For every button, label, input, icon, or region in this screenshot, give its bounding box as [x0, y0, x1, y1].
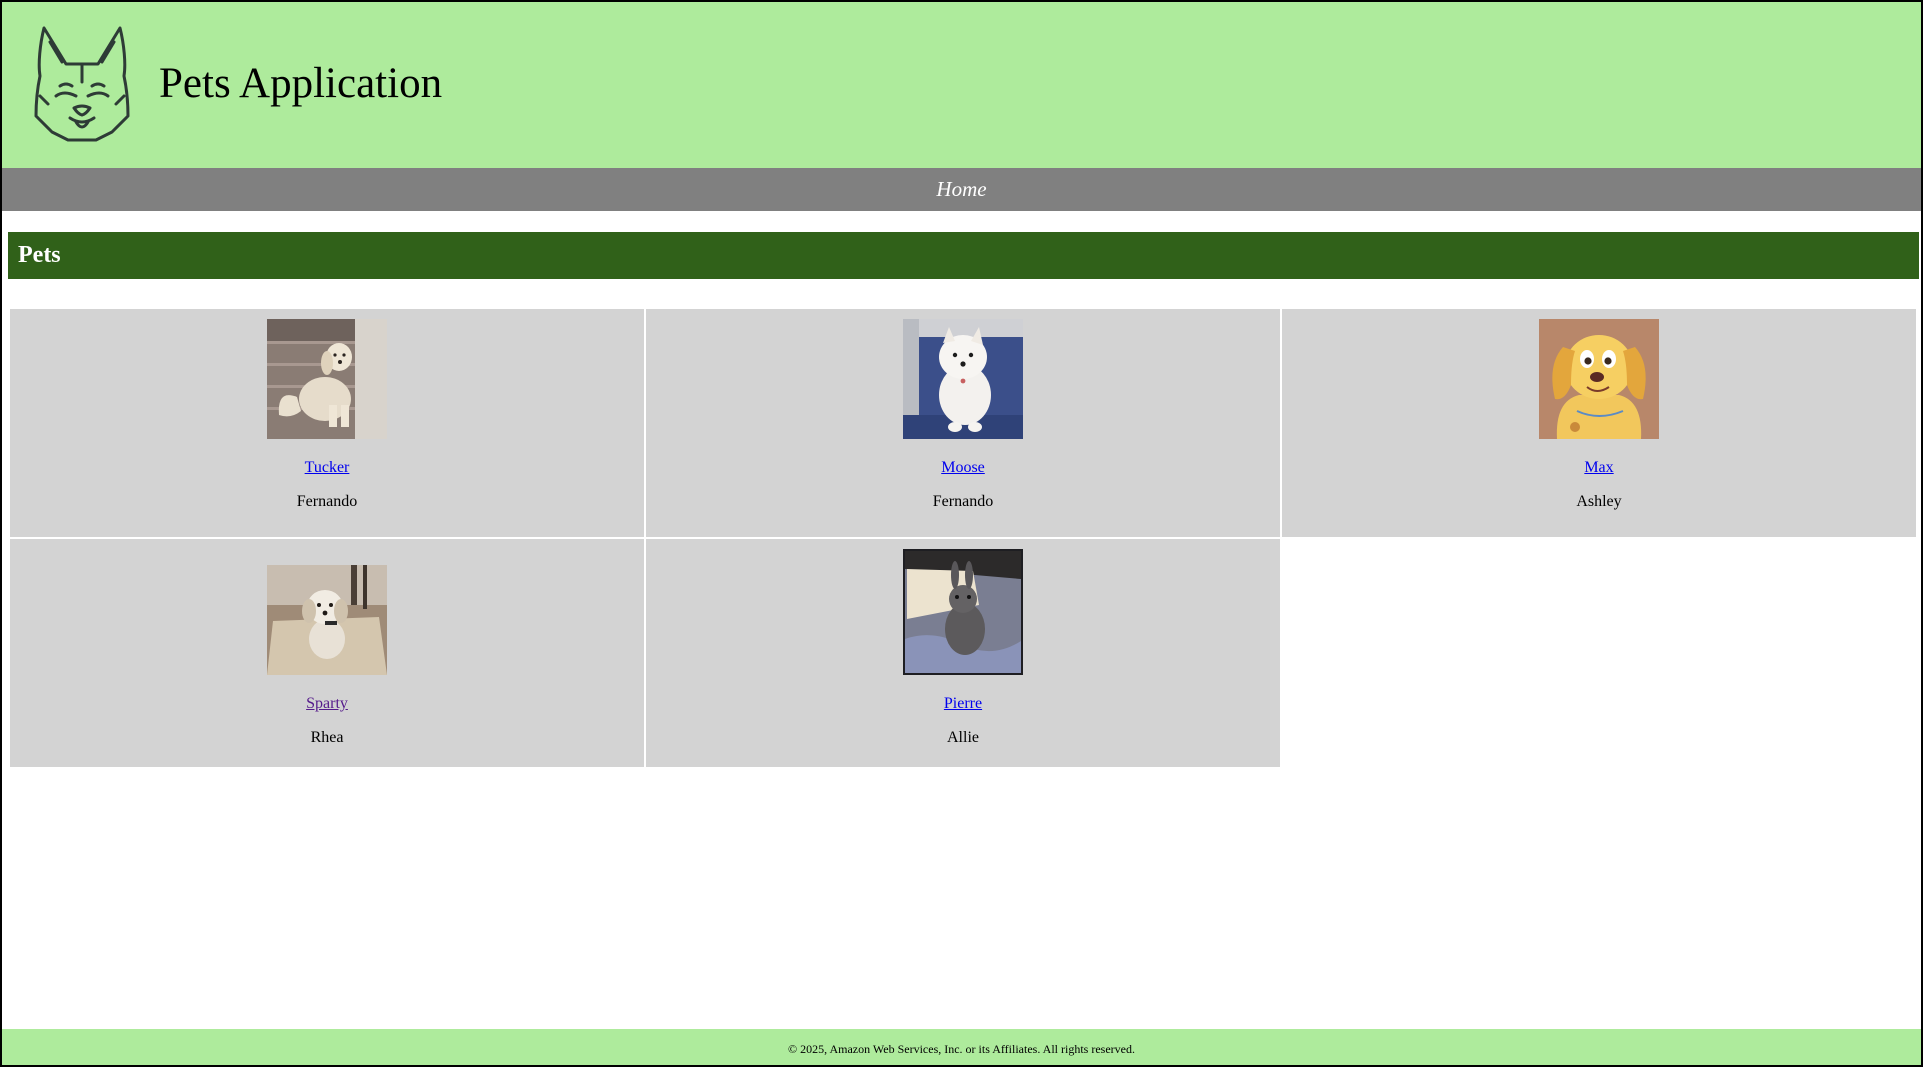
nav-home-link[interactable]: Home — [936, 168, 986, 211]
pet-photo-pierre — [903, 549, 1023, 675]
app-header: Pets Application — [2, 2, 1921, 168]
pet-card: Pierre Allie — [646, 539, 1280, 767]
pet-card: Sparty Rhea — [10, 539, 644, 767]
page-frame: Pets Application Home Pets Tucker Fernan… — [0, 0, 1923, 1067]
pet-card: Max Ashley — [1282, 309, 1916, 537]
pet-photo-tucker — [267, 319, 387, 439]
pet-photo-sparty — [267, 565, 387, 675]
nav-bar: Home — [2, 168, 1921, 211]
pet-photo-moose — [903, 319, 1023, 439]
page-footer: © 2025, Amazon Web Services, Inc. or its… — [2, 1029, 1921, 1065]
pet-owner: Fernando — [932, 493, 994, 510]
pet-illustration-max — [1539, 319, 1659, 439]
pet-owner: Rhea — [310, 729, 344, 746]
copyright-text: © 2025, Amazon Web Services, Inc. or its… — [788, 1042, 1135, 1056]
pets-grid: Tucker Fernando Moose Fernando Max Ashle… — [10, 309, 1916, 767]
pet-owner: Allie — [947, 729, 979, 746]
dog-head-logo-icon — [34, 26, 130, 142]
pet-name-link[interactable]: Pierre — [646, 695, 1280, 713]
section-header: Pets — [8, 232, 1919, 279]
pet-name-link[interactable]: Max — [1282, 459, 1916, 477]
pet-name-link[interactable]: Moose — [646, 459, 1280, 477]
section-title: Pets — [18, 242, 61, 268]
pet-owner: Fernando — [296, 493, 358, 510]
app-title: Pets Application — [159, 60, 443, 107]
pet-name-link[interactable]: Sparty — [10, 695, 644, 713]
pet-owner: Ashley — [1576, 493, 1622, 510]
pet-name-link[interactable]: Tucker — [10, 459, 644, 477]
pet-card: Tucker Fernando — [10, 309, 644, 537]
pet-card: Moose Fernando — [646, 309, 1280, 537]
